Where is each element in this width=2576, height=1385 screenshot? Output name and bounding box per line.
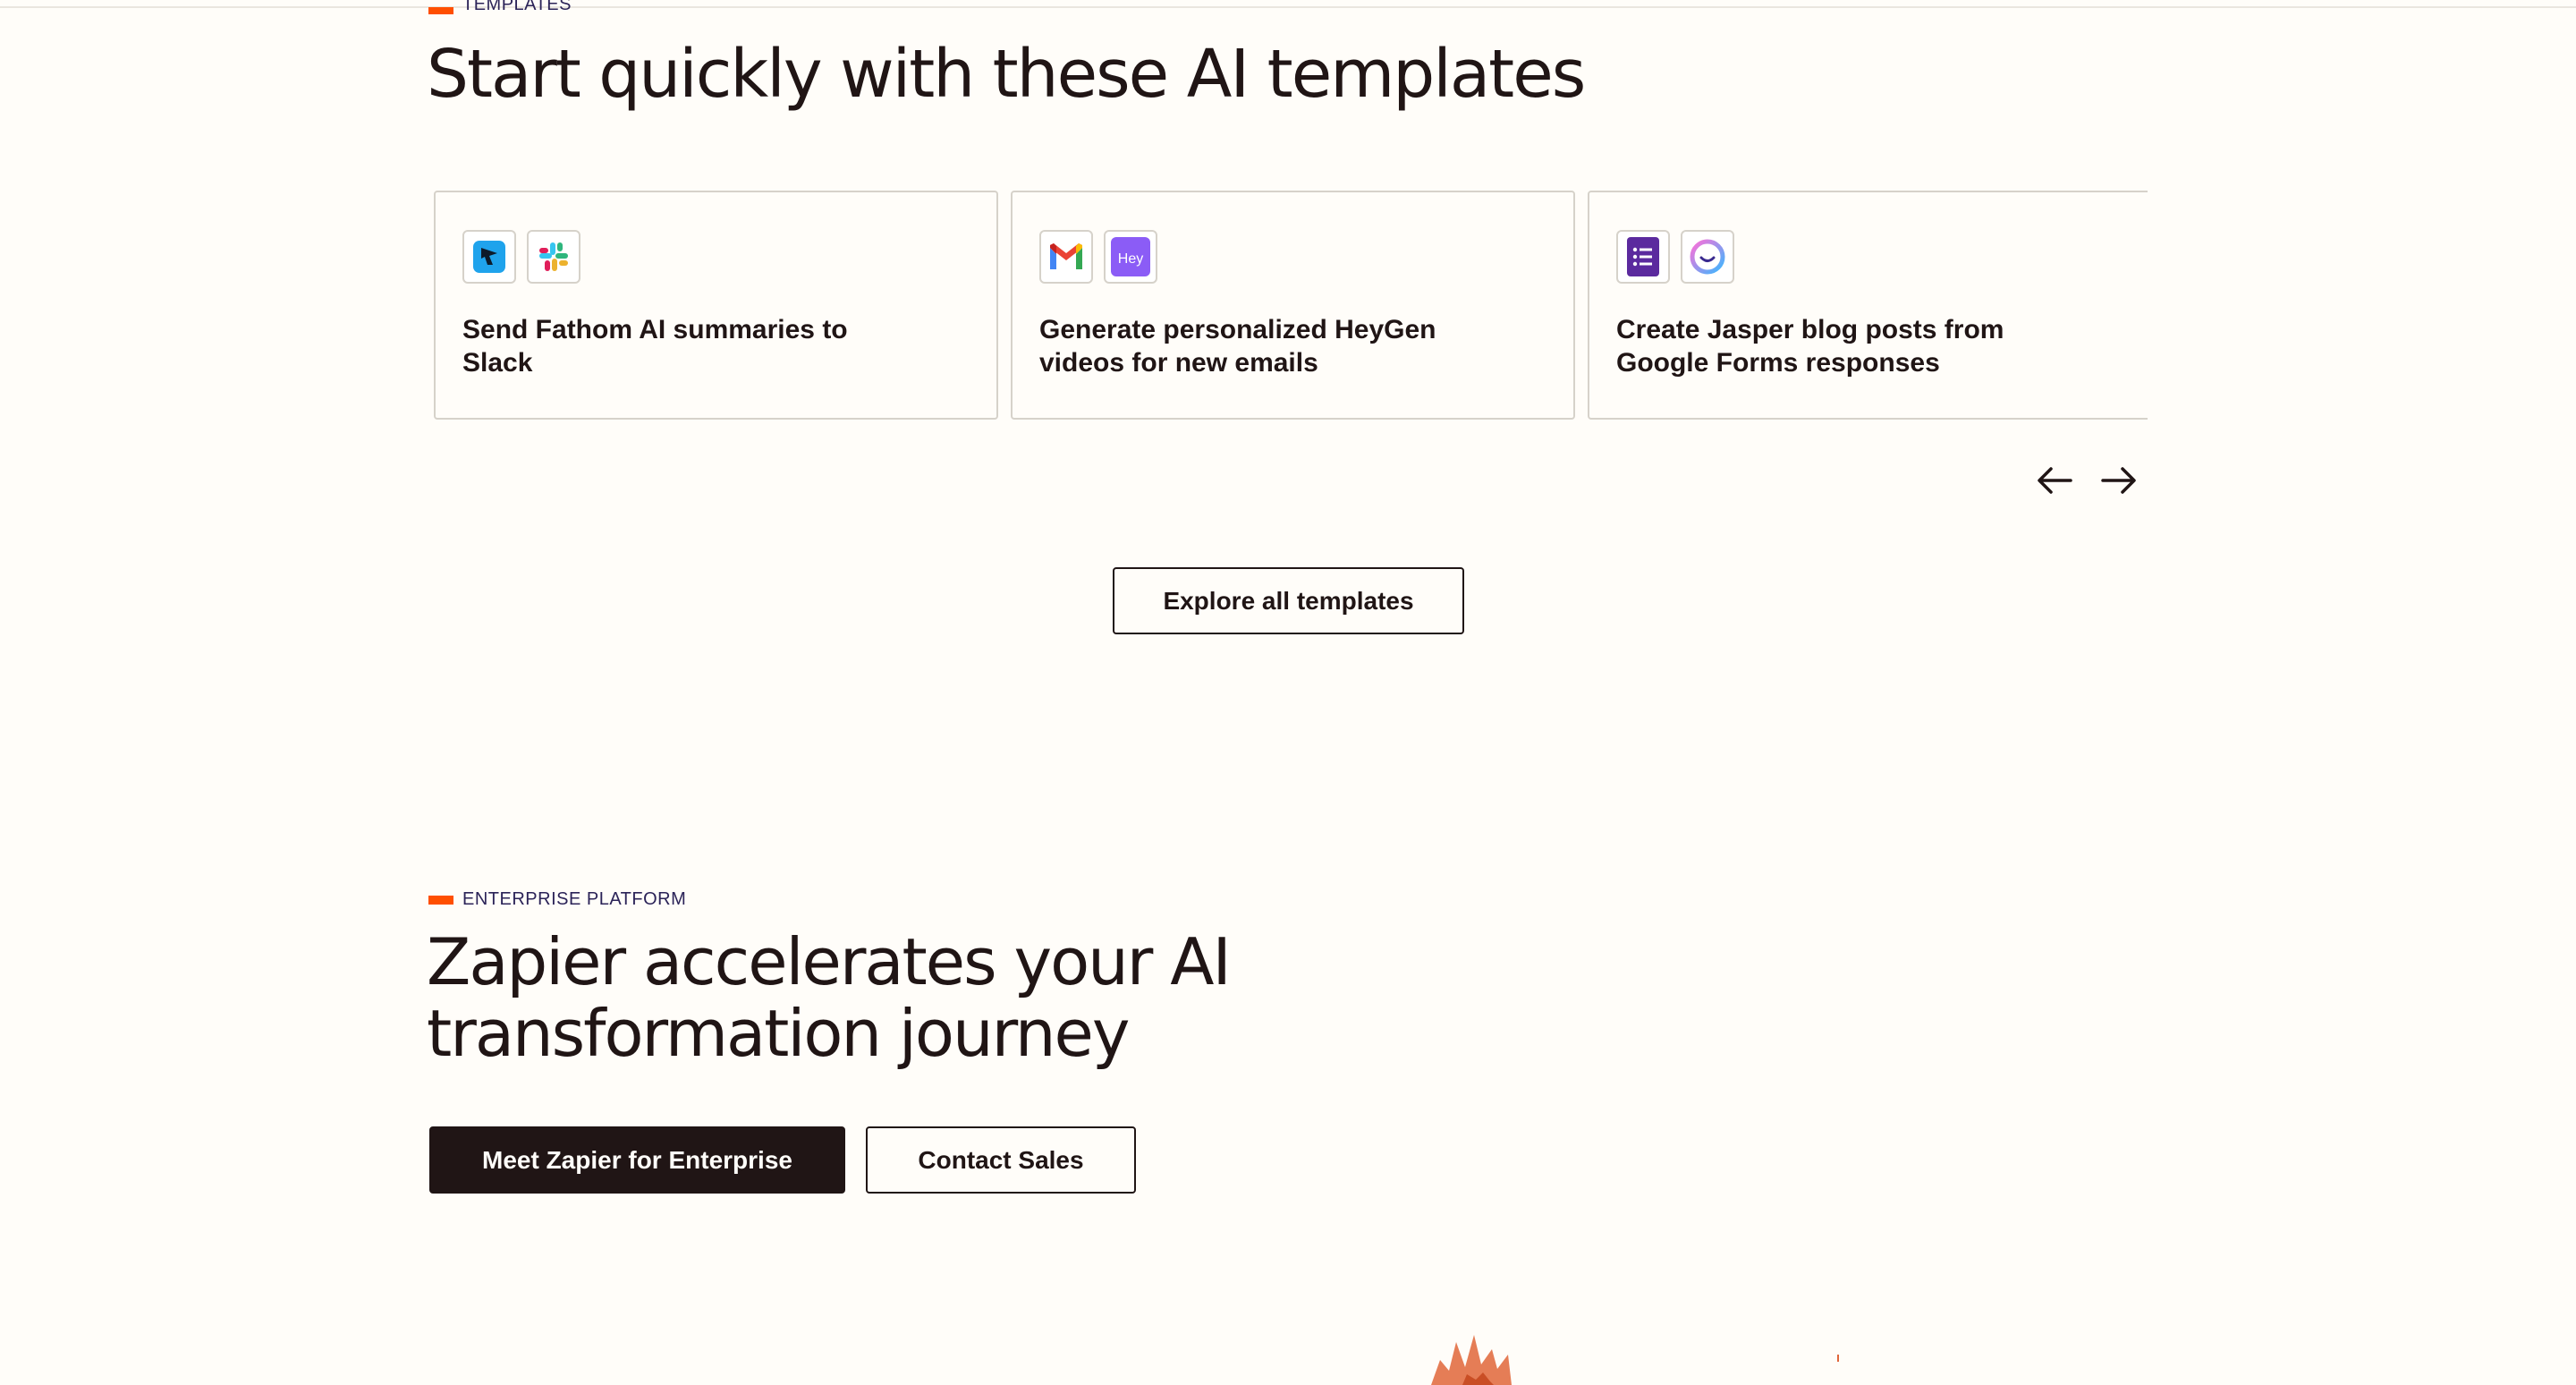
- enterprise-headline: Zapier accelerates your AI transformatio…: [427, 924, 1232, 1071]
- card-app-icons: [1616, 230, 1734, 284]
- card-app-icons: [462, 230, 580, 284]
- card-app-icons: Hey: [1039, 230, 1157, 284]
- arrow-left-icon: [2038, 467, 2072, 494]
- carousel-controls: [2032, 458, 2141, 503]
- template-card[interactable]: Create Jasper blog posts from Google For…: [1588, 191, 2148, 420]
- templates-eyebrow: TEMPLATES: [428, 0, 572, 21]
- carousel-prev-button[interactable]: [2032, 458, 2077, 503]
- eyebrow-accent-bar: [428, 895, 453, 905]
- template-card[interactable]: Hey Generate personalized HeyGen videos …: [1011, 191, 1575, 420]
- meet-enterprise-button[interactable]: Meet Zapier for Enterprise: [429, 1126, 845, 1194]
- slack-icon: [527, 230, 580, 284]
- enterprise-eyebrow: ENTERPRISE PLATFORM: [428, 889, 686, 910]
- google-forms-icon: [1616, 230, 1670, 284]
- page: TEMPLATES Start quickly with these AI te…: [0, 0, 2576, 1385]
- carousel-next-button[interactable]: [2097, 458, 2141, 503]
- card-title: Create Jasper blog posts from Google For…: [1616, 315, 2004, 378]
- enterprise-eyebrow-label: ENTERPRISE PLATFORM: [462, 889, 687, 909]
- heygen-icon: Hey: [1104, 230, 1157, 284]
- decorative-illustration: [1431, 1335, 1839, 1385]
- card-title: Generate personalized HeyGen videos for …: [1039, 315, 1436, 378]
- fathom-icon: [462, 230, 516, 284]
- templates-eyebrow-label: TEMPLATES: [462, 0, 572, 14]
- arrow-right-icon: [2101, 467, 2136, 494]
- contact-sales-button[interactable]: Contact Sales: [866, 1126, 1136, 1194]
- top-divider: [0, 0, 2576, 8]
- eyebrow-accent-bar: [428, 6, 453, 14]
- explore-templates-button[interactable]: Explore all templates: [1113, 567, 1464, 634]
- templates-carousel: Send Fathom AI summaries to Slack Hey Ge…: [434, 191, 2148, 420]
- svg-text:Hey: Hey: [1118, 251, 1143, 267]
- card-title: Send Fathom AI summaries to Slack: [462, 315, 848, 378]
- gmail-icon: [1039, 230, 1093, 284]
- template-card[interactable]: Send Fathom AI summaries to Slack: [434, 191, 998, 420]
- templates-headline: Start quickly with these AI templates: [427, 36, 1586, 113]
- jasper-icon: [1681, 230, 1734, 284]
